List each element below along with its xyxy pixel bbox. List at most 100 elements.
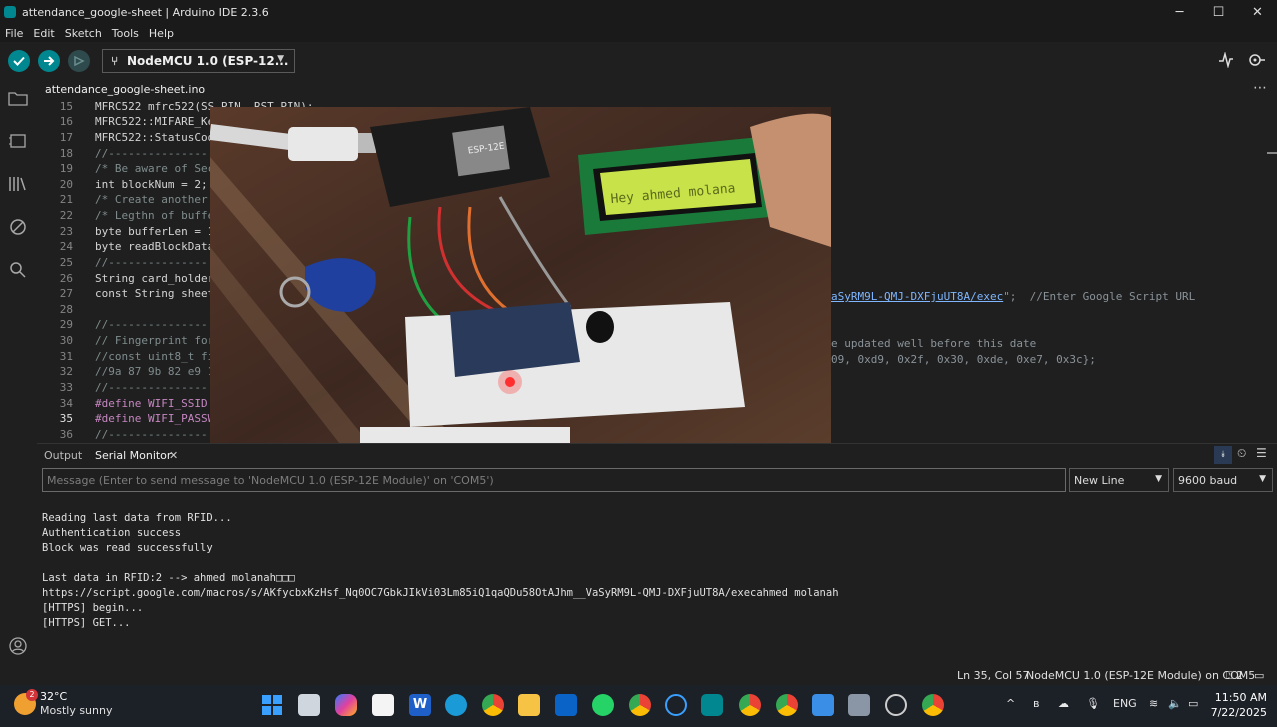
- tray-overflow-icon[interactable]: ^: [1006, 697, 1015, 710]
- line-number: 24: [59, 240, 73, 253]
- serial-message-input[interactable]: Message (Enter to send message to 'NodeM…: [42, 468, 1066, 492]
- serial-monitor-icon[interactable]: [1246, 52, 1266, 72]
- outlook-icon[interactable]: [555, 694, 577, 716]
- board-selector[interactable]: ⑂ NodeMCU 1.0 (ESP-12... ▼: [102, 49, 295, 73]
- line-number: 25: [59, 256, 73, 269]
- network-app-icon[interactable]: [848, 694, 870, 716]
- line-number: 27: [59, 287, 73, 300]
- minimize-button[interactable]: ─: [1160, 0, 1199, 24]
- serial-output-line: [HTTPS] GET...: [42, 617, 131, 629]
- microphone-icon[interactable]: 🎙: [1086, 697, 1100, 710]
- code-line: //---------------: [95, 318, 208, 331]
- more-options-icon[interactable]: ⋯: [1253, 80, 1267, 96]
- editor-tab-bar: attendance_google-sheet.ino ⋯: [37, 80, 1277, 100]
- line-number: 30: [59, 334, 73, 347]
- account-icon[interactable]: [6, 634, 30, 658]
- serial-plotter-icon[interactable]: [1218, 51, 1234, 72]
- word-icon[interactable]: W: [409, 694, 431, 716]
- openai-icon[interactable]: [885, 694, 907, 716]
- serial-output-line: [HTTPS] begin...: [42, 602, 144, 614]
- arduino-taskbar-icon[interactable]: [701, 694, 723, 716]
- debug-disabled-icon[interactable]: [6, 215, 30, 239]
- language-indicator[interactable]: ENG: [1113, 697, 1137, 710]
- onedrive-cloud-icon[interactable]: ☁: [1058, 697, 1069, 710]
- line-number: 21: [59, 193, 73, 206]
- system-clock[interactable]: 11:50 AM 7/22/2025: [1211, 690, 1267, 720]
- line-number: 18: [59, 147, 73, 160]
- baud-rate-select[interactable]: 9600 baud ▼: [1173, 468, 1273, 492]
- chrome-profile-icon[interactable]: [629, 694, 651, 716]
- sidebar: [0, 80, 37, 665]
- toggle-panel-icon[interactable]: ▭: [1254, 669, 1264, 682]
- close-serial-tab-icon[interactable]: ✕: [169, 449, 178, 462]
- search-icon[interactable]: [6, 258, 30, 282]
- whatsapp-icon[interactable]: [592, 694, 614, 716]
- serial-output-line: Reading last data from RFID...: [42, 512, 232, 524]
- clock-date: 7/22/2025: [1210, 706, 1267, 719]
- line-number: 15: [59, 100, 73, 113]
- start-windows-icon[interactable]: [261, 694, 283, 716]
- line-ending-select[interactable]: New Line ▼: [1069, 468, 1169, 492]
- menu-file[interactable]: File: [0, 27, 28, 40]
- menu-sketch[interactable]: Sketch: [60, 27, 107, 40]
- title-bar: attendance_google-sheet | Arduino IDE 2.…: [0, 0, 1277, 24]
- windows-taskbar: 2 32°C Mostly sunny W ^ ʙ ☁ 🎙 ENG ≋ 🔈 ▭ …: [0, 685, 1277, 727]
- cursor-position[interactable]: Ln 35, Col 57: [957, 669, 1030, 682]
- clear-output-icon[interactable]: ☰: [1256, 446, 1267, 460]
- copilot-icon[interactable]: [335, 694, 357, 716]
- chrome-profile-3-icon[interactable]: [776, 694, 798, 716]
- scrollbar-marker[interactable]: [1267, 152, 1277, 154]
- menu-tools[interactable]: Tools: [107, 27, 144, 40]
- toolbar: ⑂ NodeMCU 1.0 (ESP-12... ▼: [0, 42, 1277, 80]
- line-number: 17: [59, 131, 73, 144]
- battery-icon[interactable]: ▭: [1188, 697, 1198, 710]
- arduino-app-icon: [4, 6, 16, 18]
- notepad-icon[interactable]: [812, 694, 834, 716]
- debug-button[interactable]: [68, 50, 90, 72]
- microsoft-store-icon[interactable]: [372, 694, 394, 716]
- line-number: 32: [59, 365, 73, 378]
- usb-icon: ⑂: [111, 54, 119, 68]
- library-manager-icon[interactable]: [6, 172, 30, 196]
- code-line: #define WIFI_PASSW: [95, 412, 215, 425]
- sketchbook-folder-icon[interactable]: [6, 86, 30, 110]
- menu-help[interactable]: Help: [144, 27, 179, 40]
- line-number: 31: [59, 350, 73, 363]
- bluetooth-tray-icon[interactable]: ʙ: [1033, 697, 1039, 710]
- timestamp-toggle-icon[interactable]: ⏲: [1237, 446, 1246, 461]
- verify-button[interactable]: [8, 50, 30, 72]
- volume-icon[interactable]: 🔈: [1168, 697, 1182, 710]
- code-line: String card_holder: [95, 272, 215, 285]
- serial-output-line: [42, 557, 1242, 572]
- script-url-comment: "; //Enter Google Script URL: [1003, 290, 1196, 303]
- weather-temperature[interactable]: 32°C: [40, 690, 67, 703]
- boards-manager-icon[interactable]: [6, 129, 30, 153]
- file-explorer-icon[interactable]: [518, 694, 540, 716]
- close-button[interactable]: ✕: [1238, 0, 1277, 24]
- tab-output[interactable]: Output: [44, 449, 82, 462]
- chrome-profile-2-icon[interactable]: [739, 694, 761, 716]
- app-c-icon[interactable]: [665, 694, 687, 716]
- maximize-button[interactable]: ☐: [1199, 0, 1238, 24]
- code-line: #define WIFI_SSID: [95, 397, 208, 410]
- notifications-bell-icon[interactable]: ⍞ 2: [1226, 669, 1243, 683]
- code-line-31-tail: 09, 0xd9, 0x2f, 0x30, 0xde, 0xe7, 0x3c};: [831, 353, 1096, 366]
- line-number: 33: [59, 381, 73, 394]
- autoscroll-toggle-icon[interactable]: ⯯: [1214, 446, 1232, 464]
- tab-sketch-file[interactable]: attendance_google-sheet.ino: [45, 83, 205, 96]
- menu-edit[interactable]: Edit: [28, 27, 59, 40]
- wifi-icon[interactable]: ≋: [1149, 697, 1158, 710]
- edge-browser-icon[interactable]: [445, 694, 467, 716]
- code-line: //9a 87 9b 82 e9 1: [95, 365, 215, 378]
- task-view-icon[interactable]: [298, 694, 320, 716]
- script-url-link[interactable]: aSyRM9L-QMJ-DXFjuUT8A/exec: [831, 290, 1003, 303]
- weather-description[interactable]: Mostly sunny: [40, 704, 112, 717]
- weather-badge: 2: [26, 689, 38, 701]
- board-port-status[interactable]: NodeMCU 1.0 (ESP-12E Module) on COM5: [1026, 669, 1255, 682]
- upload-button[interactable]: [38, 50, 60, 72]
- code-line: //---------------: [95, 147, 208, 160]
- chrome-icon[interactable]: [482, 694, 504, 716]
- code-line-27-tail: aSyRM9L-QMJ-DXFjuUT8A/exec"; //Enter Goo…: [831, 290, 1195, 303]
- chrome-profile-4-icon[interactable]: [922, 694, 944, 716]
- tab-serial-monitor[interactable]: Serial Monitor: [95, 449, 171, 462]
